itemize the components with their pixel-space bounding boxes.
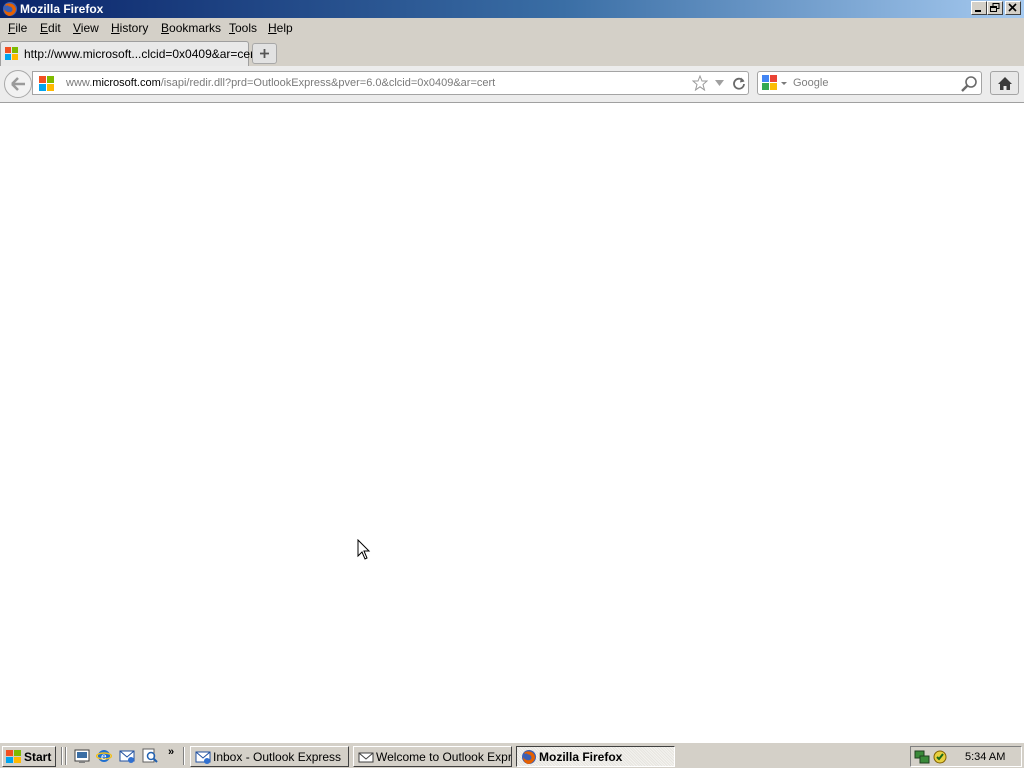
internet-explorer-icon[interactable]: e	[96, 748, 112, 764]
new-tab-button[interactable]	[252, 43, 277, 64]
menu-view[interactable]: View	[73, 21, 99, 35]
taskbar: Start e » Inbox - Outlook Express Welcom…	[0, 742, 1024, 768]
start-button[interactable]: Start	[2, 746, 56, 767]
title-bar[interactable]: Mozilla Firefox	[0, 0, 1024, 18]
windows-logo-icon	[6, 750, 21, 763]
plus-icon	[260, 49, 269, 58]
menu-edit[interactable]: Edit	[40, 21, 61, 35]
search-bar[interactable]: Google	[757, 71, 982, 95]
system-tray: 5:34 AM	[910, 746, 1022, 767]
google-icon[interactable]	[762, 75, 790, 91]
restore-icon	[990, 3, 1000, 12]
address-text[interactable]: www.microsoft.com/isapi/redir.dll?prd=Ou…	[66, 77, 495, 89]
tab-strip: http://www.microsoft...clcid=0x0409&ar=c…	[0, 39, 1024, 66]
envelope-icon	[358, 752, 374, 763]
firefox-icon	[522, 750, 536, 764]
taskbar-separator	[61, 747, 63, 765]
search-icon[interactable]	[142, 748, 158, 764]
menu-help[interactable]: Help	[268, 21, 293, 35]
page-content[interactable]	[0, 103, 1024, 742]
firefox-icon	[3, 2, 17, 16]
close-icon	[1008, 3, 1017, 12]
close-button[interactable]	[1005, 1, 1021, 15]
back-arrow-icon	[11, 77, 25, 91]
tab-title: http://www.microsoft...clcid=0x0409&ar=c…	[24, 47, 258, 61]
microsoft-logo-icon	[5, 47, 18, 60]
mouse-pointer-icon	[357, 539, 371, 560]
search-placeholder: Google	[793, 77, 829, 89]
menu-bookmarks[interactable]: Bookmarks	[161, 21, 221, 35]
navigation-toolbar: www.microsoft.com/isapi/redir.dll?prd=Ou…	[0, 66, 1024, 103]
star-icon[interactable]	[692, 75, 708, 91]
restore-button[interactable]	[987, 1, 1003, 15]
outlook-express-icon	[195, 751, 211, 764]
clock[interactable]: 5:34 AM	[965, 751, 1005, 763]
menu-bar: File Edit View History Bookmarks Tools H…	[0, 18, 1024, 39]
minimize-button[interactable]	[971, 1, 987, 15]
svg-text:e: e	[101, 752, 107, 763]
network-icon[interactable]	[914, 749, 930, 765]
magnifier-icon[interactable]	[960, 75, 978, 93]
security-alert-icon[interactable]	[932, 749, 948, 765]
microsoft-logo-icon	[39, 76, 54, 91]
menu-tools[interactable]: Tools	[229, 21, 257, 35]
minimize-icon	[975, 10, 981, 12]
tab-microsoft[interactable]: http://www.microsoft...clcid=0x0409&ar=c…	[0, 41, 257, 66]
menu-history[interactable]: History	[111, 21, 148, 35]
home-icon	[998, 77, 1012, 90]
back-button[interactable]	[4, 70, 32, 98]
show-desktop-icon[interactable]	[74, 748, 90, 764]
reload-icon[interactable]	[732, 76, 746, 90]
taskbar-button-welcome[interactable]: Welcome to Outlook Expr...	[353, 746, 512, 767]
taskbar-button-firefox[interactable]: Mozilla Firefox	[516, 746, 675, 767]
taskbar-button-inbox[interactable]: Inbox - Outlook Express	[190, 746, 349, 767]
outlook-express-icon[interactable]	[119, 748, 135, 764]
home-button[interactable]	[990, 71, 1019, 95]
window-title: Mozilla Firefox	[20, 2, 104, 16]
taskbar-separator	[183, 747, 185, 765]
address-bar[interactable]: www.microsoft.com/isapi/redir.dll?prd=Ou…	[32, 71, 749, 95]
quick-launch-chevron[interactable]: »	[168, 746, 174, 758]
taskbar-separator	[65, 747, 67, 765]
chevron-down-icon[interactable]	[715, 80, 725, 87]
menu-file[interactable]: File	[8, 21, 27, 35]
